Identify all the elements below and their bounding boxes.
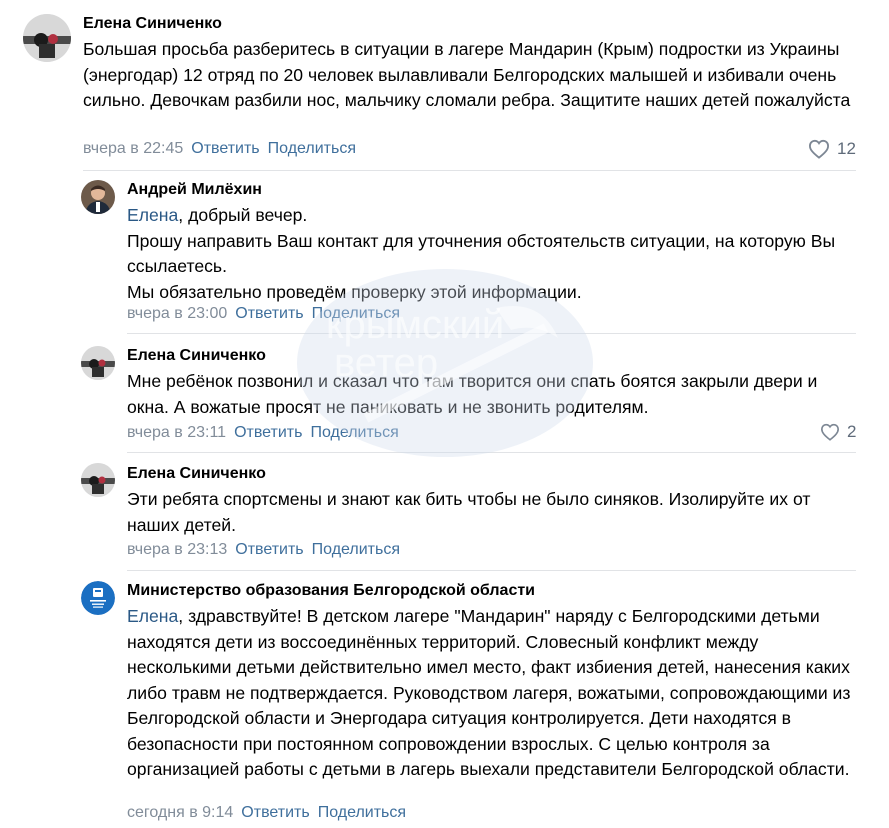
- share-button[interactable]: Поделиться: [318, 804, 406, 821]
- comment-text-part: , добрый вечер.: [178, 205, 308, 225]
- comment-text-part: , здравствуйте! В детском лагере "Мандар…: [127, 606, 851, 779]
- avatar[interactable]: [81, 581, 115, 615]
- like-count: 12: [837, 139, 856, 158]
- ministry-logo-icon: [81, 581, 115, 615]
- comment-text-line: Мы обязательно проведём проверку этой ин…: [127, 281, 582, 302]
- comment-meta: вчера в 23:00 Ответить Поделиться: [127, 305, 408, 323]
- user-photo-icon: [81, 346, 115, 380]
- reply-button[interactable]: Ответить: [234, 424, 302, 441]
- like-button[interactable]: 2: [820, 422, 856, 442]
- avatar[interactable]: [81, 463, 115, 497]
- comment-text-line: Прошу направить Ваш контакт для уточнени…: [127, 230, 836, 277]
- mention-link[interactable]: Елена: [127, 606, 178, 626]
- user-photo-icon: [81, 463, 115, 497]
- heart-icon: [820, 423, 840, 441]
- comment-time[interactable]: вчера в 23:13: [127, 541, 227, 558]
- heart-icon: [808, 139, 830, 159]
- like-button[interactable]: 12: [808, 139, 856, 159]
- comment-text: Елена, здравствуйте! В детском лагере "М…: [127, 604, 867, 783]
- divider: [127, 333, 856, 334]
- reply-button[interactable]: Ответить: [191, 140, 259, 157]
- share-button[interactable]: Поделиться: [312, 541, 400, 558]
- divider: [127, 452, 856, 453]
- comment-author[interactable]: Елена Синиченко: [83, 15, 222, 33]
- comment-time[interactable]: сегодня в 9:14: [127, 804, 233, 821]
- comment-meta: вчера в 23:13 Ответить Поделиться: [127, 541, 408, 559]
- comment-text: Эти ребята спортсмены и знают как бить ч…: [127, 489, 811, 535]
- comment-text: Елена, добрый вечер. Прошу направить Ваш…: [127, 203, 867, 305]
- reply-button[interactable]: Ответить: [241, 804, 309, 821]
- comment-time[interactable]: вчера в 23:00: [127, 305, 227, 322]
- avatar[interactable]: [23, 14, 71, 62]
- like-count: 2: [847, 422, 857, 441]
- avatar[interactable]: [81, 346, 115, 380]
- comment-meta: вчера в 22:45 Ответить Поделиться: [83, 140, 364, 158]
- divider: [127, 570, 856, 571]
- comment-text: Мне ребёнок позвонил и сказал что там тв…: [127, 371, 818, 417]
- share-button[interactable]: Поделиться: [312, 305, 400, 322]
- share-button[interactable]: Поделиться: [268, 140, 356, 157]
- comment-meta: сегодня в 9:14 Ответить Поделиться: [127, 804, 414, 822]
- reply-button[interactable]: Ответить: [235, 305, 303, 322]
- comment-author[interactable]: Елена Синиченко: [127, 465, 266, 483]
- comment-author[interactable]: Елена Синиченко: [127, 347, 266, 365]
- user-photo-icon: [81, 180, 115, 214]
- reply-button[interactable]: Ответить: [235, 541, 303, 558]
- comment-time[interactable]: вчера в 23:11: [127, 424, 226, 441]
- comment-meta: вчера в 23:11 Ответить Поделиться: [127, 424, 407, 442]
- comment-author[interactable]: Министерство образования Белгородской об…: [127, 582, 535, 600]
- user-photo-icon: [23, 14, 71, 62]
- comment-time[interactable]: вчера в 22:45: [83, 140, 183, 157]
- mention-link[interactable]: Елена: [127, 205, 178, 225]
- avatar[interactable]: [81, 180, 115, 214]
- comment-text: Большая просьба разберитесь в ситуации в…: [83, 39, 851, 110]
- divider: [83, 170, 856, 171]
- comment-author[interactable]: Андрей Милёхин: [127, 181, 262, 199]
- share-button[interactable]: Поделиться: [310, 424, 398, 441]
